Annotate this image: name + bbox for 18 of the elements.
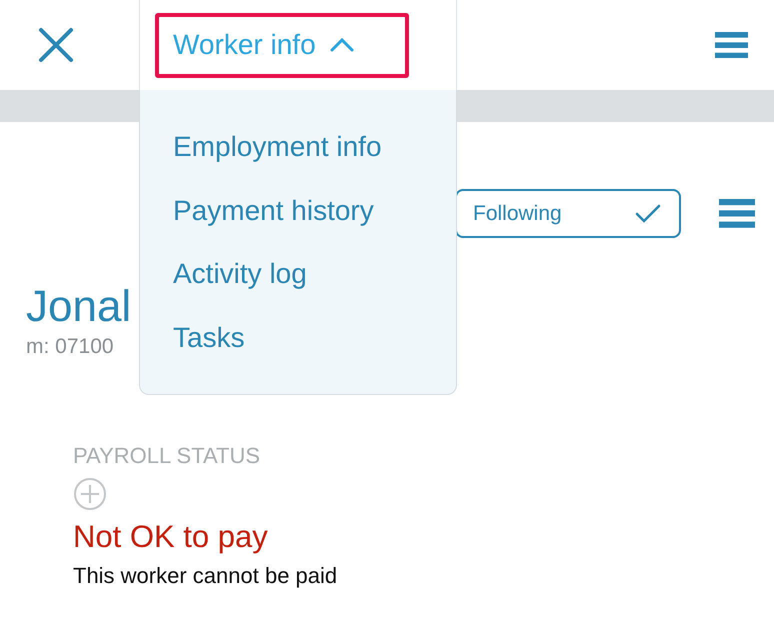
worker-info-toggle[interactable]: Worker info [155, 12, 409, 78]
follow-button[interactable]: Following [455, 189, 681, 238]
close-icon [38, 27, 74, 63]
worker-phone: m: 07100 [26, 335, 114, 360]
menu-icon [715, 32, 748, 58]
options-button[interactable] [719, 199, 755, 228]
payroll-status: Not OK to pay [73, 519, 268, 556]
menu-item[interactable]: Tasks [173, 320, 245, 354]
status-description: This worker cannot be paid [73, 563, 338, 590]
menu-button[interactable] [715, 32, 748, 58]
menu-icon [719, 199, 755, 228]
close-button[interactable] [38, 27, 74, 63]
section-label: PAYROLL STATUS [73, 443, 260, 470]
menu-item[interactable]: Employment info [173, 130, 382, 164]
chevron-icon [330, 38, 354, 52]
menu-item[interactable]: Activity log [173, 257, 307, 291]
worker-name: Jonal [26, 283, 132, 332]
menu-item[interactable]: Payment history [173, 194, 374, 228]
